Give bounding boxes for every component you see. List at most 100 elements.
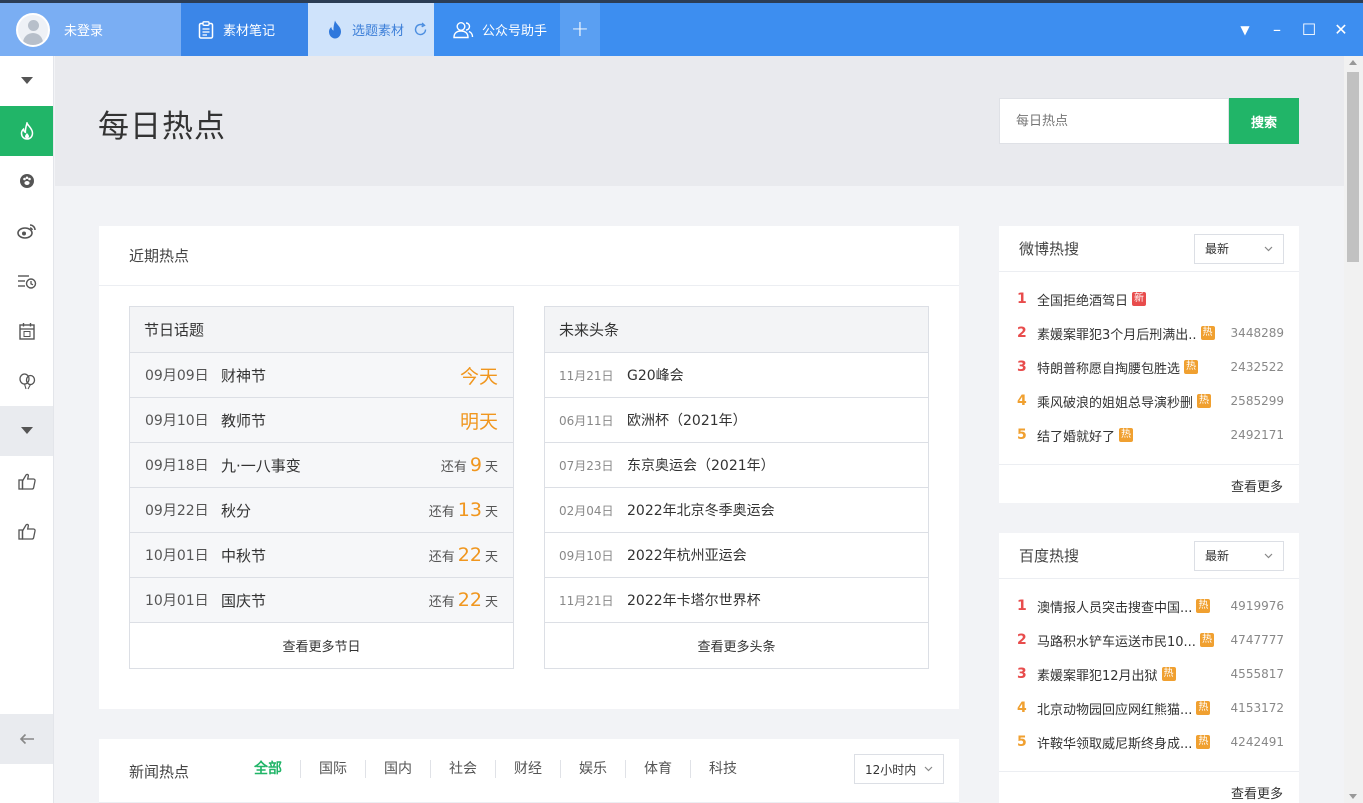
list-item[interactable]: 06月11日 欧洲杯（2021年） — [545, 398, 928, 443]
tab-official-account-helper[interactable]: 公众号助手 — [434, 3, 560, 56]
refresh-icon[interactable] — [413, 22, 428, 37]
festival-panel: 节日话题 09月09日 财神节 今天 09月10日 教师节 明天 09月18日 … — [129, 306, 514, 669]
flame-icon — [20, 122, 33, 140]
user-login[interactable]: 未登录 — [0, 3, 181, 56]
sidebar-collapse-toggle[interactable] — [0, 56, 53, 106]
add-tab-button[interactable]: + — [560, 3, 600, 56]
tab-all[interactable]: 全部 — [236, 760, 301, 778]
weibo-sort-select[interactable]: 最新 — [1194, 233, 1284, 264]
tab-label: 素材笔记 — [223, 24, 276, 39]
search-input[interactable] — [999, 98, 1229, 144]
hot-badge: 热 — [1197, 394, 1212, 408]
sidebar-item-like-1[interactable] — [0, 456, 53, 506]
list-item[interactable]: 11月21日 2022年卡塔尔世界杯 — [545, 578, 928, 623]
headline-name: G20峰会 — [627, 368, 684, 384]
tab-tech[interactable]: 科技 — [691, 760, 755, 778]
hot-search-item[interactable]: 3 特朗普称愿自掏腰包胜选 热 2432522 — [999, 350, 1299, 384]
headline-name: 2022年杭州亚运会 — [627, 548, 747, 564]
countdown-prefix: 还有 — [428, 505, 455, 520]
rank-number: 1 — [1017, 291, 1027, 307]
tab-finance[interactable]: 财经 — [496, 760, 561, 778]
list-item[interactable]: 07月23日 东京奥运会（2021年） — [545, 443, 928, 488]
sidebar-item-daily-hot[interactable] — [0, 106, 53, 156]
festival-countdown: 还有 22 天 — [429, 544, 498, 566]
hot-search-item[interactable]: 1 澳情报人员突击搜查中国... 热 4919976 — [999, 589, 1299, 623]
festival-countdown: 还有 22 天 — [429, 589, 498, 611]
hot-search-item[interactable]: 5 结了婚就好了 热 2492171 — [999, 418, 1299, 452]
tab-notes[interactable]: 素材笔记 — [181, 3, 308, 56]
sidebar-item-balloon[interactable] — [0, 356, 53, 406]
rank-number: 1 — [1017, 598, 1027, 614]
headline-name: 东京奥运会（2021年） — [627, 458, 775, 474]
hot-search-item[interactable]: 4 北京动物园回应网红熊猫... 热 4153172 — [999, 691, 1299, 725]
list-item[interactable]: 09月18日 九·一八事变 还有 9 天 — [130, 443, 513, 488]
rank-number: 3 — [1017, 359, 1027, 375]
sidebar-item-like-2[interactable] — [0, 506, 53, 556]
sidebar-back-button[interactable] — [0, 714, 53, 764]
scroll-up-arrow[interactable] — [1349, 60, 1357, 65]
headline-name: 欧洲杯（2021年） — [627, 413, 747, 429]
list-item[interactable]: 09月09日 财神节 今天 — [130, 353, 513, 398]
hot-title: 乘风破浪的姐姐总导演秒删 — [1037, 395, 1194, 411]
baidu-hot-card: 百度热搜 最新 1 澳情报人员突击搜查中国... 热 4919976 2 马路积… — [999, 533, 1299, 803]
sidebar-item-history[interactable] — [0, 256, 53, 306]
hot-count: 4747777 — [1230, 633, 1284, 647]
hot-badge: 热 — [1199, 633, 1214, 647]
hot-search-item[interactable]: 1 全国拒绝酒驾日 新 — [999, 282, 1299, 316]
tab-society[interactable]: 社会 — [431, 760, 496, 778]
future-headlines-panel: 未来头条 11月21日 G20峰会 06月11日 欧洲杯（2021年） 07月2… — [544, 306, 929, 669]
sidebar-section-toggle[interactable] — [0, 406, 53, 456]
hot-title: 素媛案罪犯3个月后刑满出.. — [1037, 327, 1197, 343]
news-time-select[interactable]: 12小时内 — [854, 754, 944, 784]
sidebar-item-paw[interactable] — [0, 156, 53, 206]
scroll-down-arrow[interactable] — [1349, 794, 1357, 799]
scroll-thumb[interactable] — [1347, 72, 1359, 262]
vertical-scrollbar[interactable] — [1344, 56, 1363, 803]
recent-hot-title: 近期热点 — [99, 226, 959, 286]
list-item[interactable]: 10月01日 国庆节 还有 22 天 — [130, 578, 513, 623]
list-item[interactable]: 09月22日 秋分 还有 13 天 — [130, 488, 513, 533]
thumbs-up-icon — [17, 473, 36, 490]
minimize-button[interactable]: – — [1261, 3, 1293, 56]
list-item[interactable]: 10月01日 中秋节 还有 22 天 — [130, 533, 513, 578]
tab-entertainment[interactable]: 娱乐 — [561, 760, 626, 778]
festival-date: 09月09日 — [145, 368, 209, 384]
news-category-tabs: 全部 国际 国内 社会 财经 娱乐 体育 科技 — [236, 760, 755, 778]
list-item[interactable]: 09月10日 2022年杭州亚运会 — [545, 533, 928, 578]
hot-search-item[interactable]: 2 素媛案罪犯3个月后刑满出.. 热 3448289 — [999, 316, 1299, 350]
sidebar-item-weibo[interactable] — [0, 206, 53, 256]
more-headlines-link[interactable]: 查看更多头条 — [545, 623, 928, 668]
hot-title: 素媛案罪犯12月出狱 — [1037, 668, 1158, 684]
select-value: 最新 — [1205, 242, 1230, 256]
paw-icon — [19, 174, 34, 188]
tab-sports[interactable]: 体育 — [626, 760, 691, 778]
list-item[interactable]: 09月10日 教师节 明天 — [130, 398, 513, 443]
sidebar-item-calendar[interactable] — [0, 306, 53, 356]
future-panel-title: 未来头条 — [545, 307, 928, 353]
avatar — [16, 12, 50, 47]
hot-search-item[interactable]: 5 许鞍华领取威尼斯终身成... 热 4242491 — [999, 725, 1299, 759]
menu-dropdown-icon[interactable]: ▼ — [1229, 3, 1261, 56]
list-item[interactable]: 02月04日 2022年北京冬季奥运会 — [545, 488, 928, 533]
baidu-more-link[interactable]: 查看更多 — [999, 771, 1299, 803]
page-title: 每日热点 — [98, 109, 226, 145]
flame-icon — [326, 20, 344, 39]
weibo-more-link[interactable]: 查看更多 — [999, 464, 1299, 506]
tab-topic-material[interactable]: 选题素材 — [308, 3, 434, 56]
tab-international[interactable]: 国际 — [301, 760, 366, 778]
tab-domestic[interactable]: 国内 — [366, 760, 431, 778]
festival-panel-title: 节日话题 — [130, 307, 513, 353]
hot-search-item[interactable]: 4 乘风破浪的姐姐总导演秒删 热 2585299 — [999, 384, 1299, 418]
list-item[interactable]: 11月21日 G20峰会 — [545, 353, 928, 398]
maximize-button[interactable]: ☐ — [1293, 3, 1325, 56]
search-button[interactable]: 搜索 — [1229, 98, 1299, 144]
close-button[interactable]: ✕ — [1325, 3, 1357, 56]
baidu-sort-select[interactable]: 最新 — [1194, 540, 1284, 571]
festival-countdown: 今天 — [459, 365, 498, 388]
more-festivals-link[interactable]: 查看更多节日 — [130, 623, 513, 668]
hot-search-item[interactable]: 3 素媛案罪犯12月出狱 热 4555817 — [999, 657, 1299, 691]
thumbs-up-icon — [17, 523, 36, 540]
hot-search-item[interactable]: 2 马路积水铲车运送市民10... 热 4747777 — [999, 623, 1299, 657]
countdown-suffix: 天 — [484, 505, 498, 520]
headline-date: 06月11日 — [559, 413, 614, 428]
